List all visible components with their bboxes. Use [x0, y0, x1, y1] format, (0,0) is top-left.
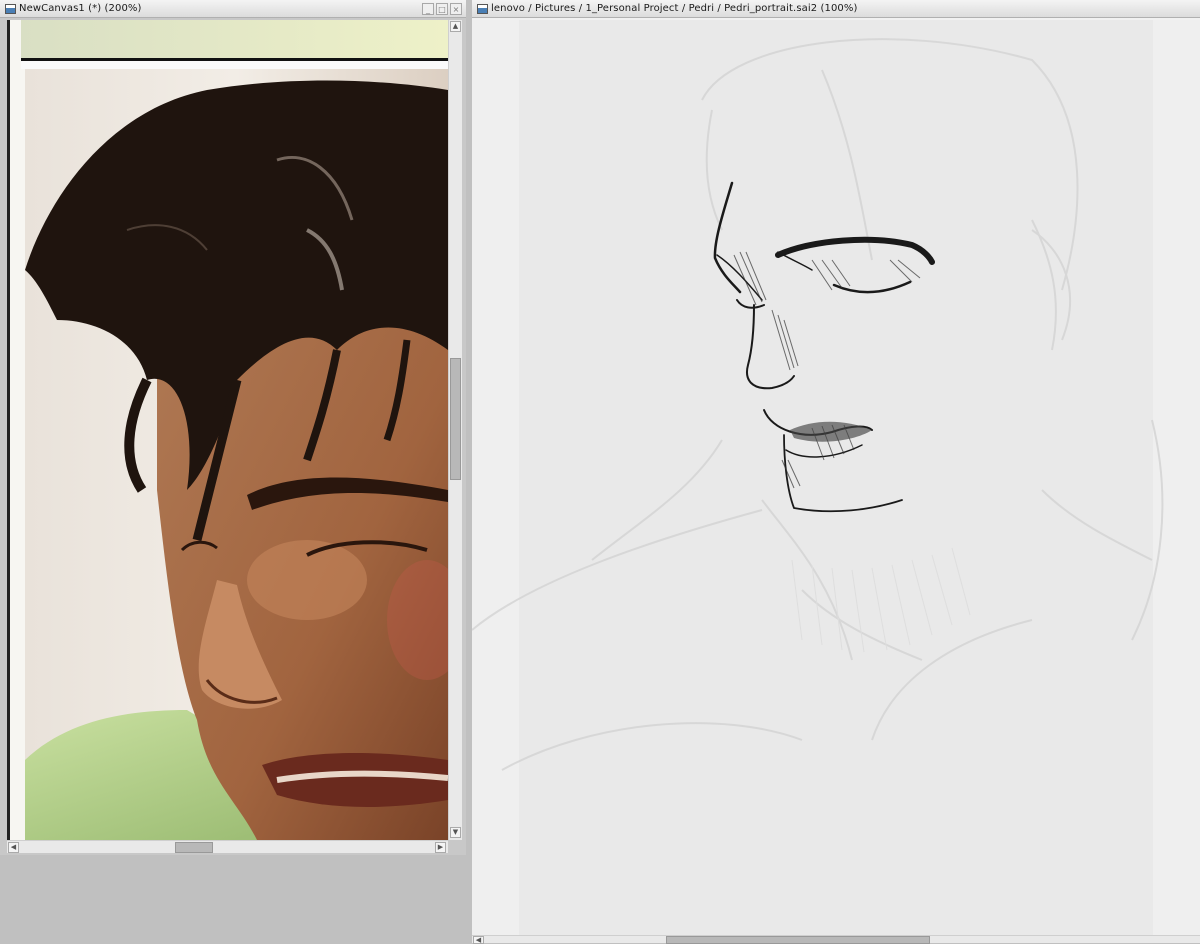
- reference-photo-canvas[interactable]: [7, 20, 448, 840]
- right-window-title: lenovo / Pictures / 1_Personal Project /…: [491, 3, 858, 14]
- right-window-titlebar[interactable]: lenovo / Pictures / 1_Personal Project /…: [472, 0, 1200, 18]
- canvas-window-icon: [5, 3, 16, 14]
- left-window-title: NewCanvas1 (*) (200%): [19, 3, 142, 14]
- scroll-right-arrow[interactable]: ▶: [435, 842, 446, 853]
- reference-photo: [7, 20, 448, 840]
- maximize-button[interactable]: □: [436, 2, 448, 15]
- scroll-thumb[interactable]: [450, 358, 461, 480]
- left-horizontal-scrollbar[interactable]: ◀ ▶: [7, 840, 448, 853]
- left-canvas-window[interactable]: NewCanvas1 (*) (200%) _ □ × ▲ ▼ ◀ ▶: [0, 0, 466, 855]
- right-canvas-window[interactable]: lenovo / Pictures / 1_Personal Project /…: [472, 0, 1200, 944]
- scroll-up-arrow[interactable]: ▲: [450, 21, 461, 32]
- left-vertical-scrollbar[interactable]: ▲ ▼: [448, 20, 462, 840]
- scroll-thumb[interactable]: [175, 842, 213, 853]
- drawing-canvas[interactable]: [472, 20, 1200, 935]
- scroll-down-arrow[interactable]: ▼: [450, 827, 461, 838]
- close-button[interactable]: ×: [450, 2, 462, 15]
- scroll-left-arrow[interactable]: ◀: [8, 842, 19, 853]
- sketch-drawing: [472, 20, 1164, 935]
- canvas-window-icon: [477, 3, 488, 14]
- right-horizontal-scrollbar[interactable]: ◀: [472, 935, 1200, 944]
- minimize-button[interactable]: _: [422, 2, 434, 15]
- left-window-titlebar[interactable]: NewCanvas1 (*) (200%) _ □ ×: [0, 0, 466, 18]
